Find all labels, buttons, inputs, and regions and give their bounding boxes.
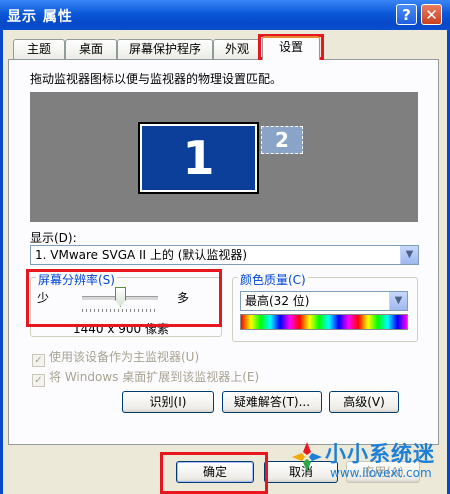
extend-desktop-checkbox[interactable]: ✓ 将 Windows 桌面扩展到该监视器上(E) — [32, 368, 259, 387]
resolution-more-label: 多 — [177, 291, 190, 305]
troubleshoot-button[interactable]: 疑难解答(T)... — [222, 391, 322, 413]
close-button[interactable]: ✕ — [421, 4, 442, 25]
display-select[interactable]: 1. VMware SVGA II 上的 (默认监视器) ▼ — [30, 245, 419, 265]
window-title: 显示 属性 — [7, 9, 73, 25]
primary-monitor-label: 使用该设备作为主监视器(U) — [49, 350, 200, 364]
resolution-slider-ticks — [82, 309, 158, 312]
resolution-title: 屏幕分辨率(S) — [36, 271, 117, 288]
color-quality-value: 最高(32 位) — [245, 294, 310, 308]
title-bar[interactable]: 显示 属性 ? ✕ — [0, 0, 450, 30]
tab-settings[interactable]: 设置 — [262, 36, 320, 60]
resolution-value: 1440 x 900 像素 — [73, 322, 169, 336]
tab-screensaver[interactable]: 屏幕保护程序 — [117, 39, 213, 59]
ok-button[interactable]: 确定 — [176, 461, 254, 483]
help-button[interactable]: ? — [396, 4, 417, 25]
primary-monitor-checkbox[interactable]: ✓ 使用该设备作为主监视器(U) — [32, 348, 199, 367]
color-spectrum-preview — [240, 314, 408, 330]
extend-desktop-label: 将 Windows 桌面扩展到该监视器上(E) — [49, 370, 260, 384]
tab-theme[interactable]: 主题 — [13, 39, 65, 59]
monitor-2-icon[interactable]: 2 — [261, 126, 303, 154]
chevron-down-icon[interactable]: ▼ — [389, 292, 407, 310]
advanced-button[interactable]: 高级(V) — [329, 391, 399, 413]
monitor-hint-text: 拖动监视器图标以便与监视器的物理设置匹配。 — [30, 72, 283, 86]
watermark-url: www.ilovext.com — [330, 466, 432, 480]
color-quality-select[interactable]: 最高(32 位) ▼ — [240, 291, 408, 311]
monitor-1-icon[interactable]: 1 — [138, 122, 259, 194]
tab-desktop[interactable]: 桌面 — [65, 39, 117, 59]
checkmark-icon[interactable]: ✓ — [32, 374, 45, 387]
watermark-logo-icon — [292, 442, 322, 472]
display-select-value: 1. VMware SVGA II 上的 (默认监视器) — [35, 248, 248, 262]
color-quality-title: 颜色质量(C) — [238, 271, 308, 288]
chevron-down-icon[interactable]: ▼ — [400, 246, 418, 264]
resolution-less-label: 少 — [37, 291, 50, 305]
tab-appearance[interactable]: 外观 — [213, 39, 261, 59]
checkmark-icon[interactable]: ✓ — [32, 354, 45, 367]
identify-button[interactable]: 识别(I) — [122, 391, 214, 413]
display-label: 显示(D): — [30, 231, 77, 245]
watermark-text: 小小系统迷 — [325, 442, 435, 466]
